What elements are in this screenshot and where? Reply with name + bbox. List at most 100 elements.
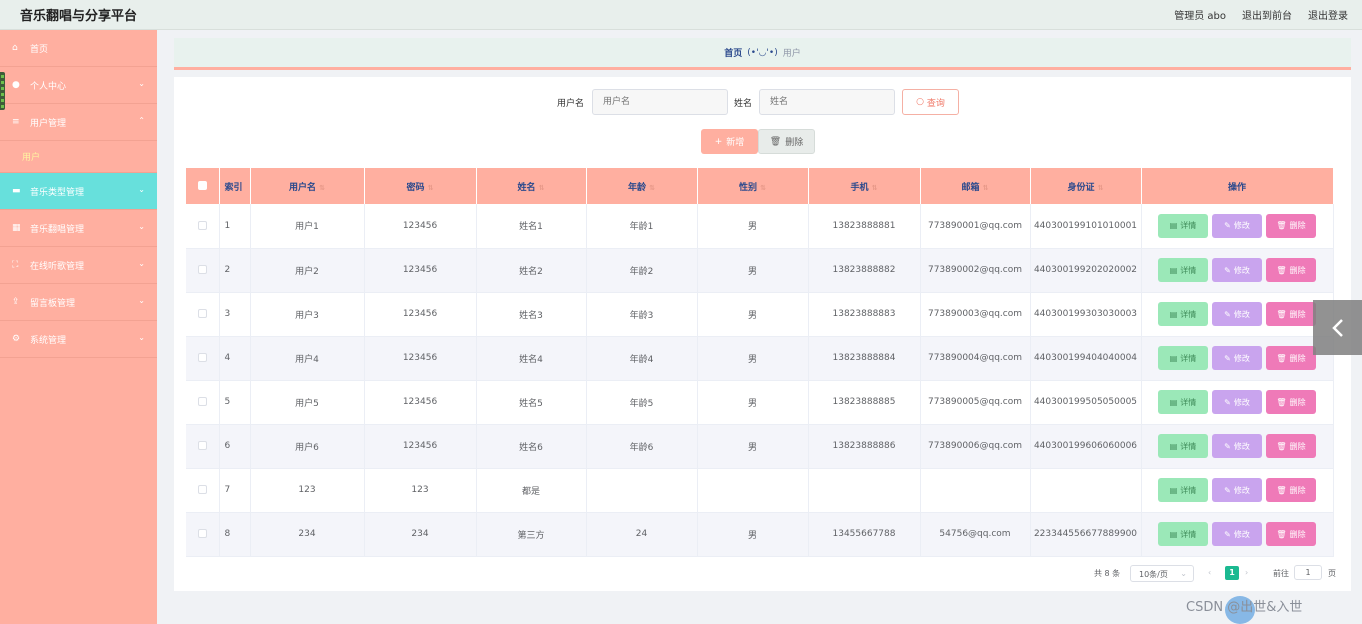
delete-button[interactable]: 🗑 删除 [1266, 390, 1316, 414]
col-gender[interactable]: 性别 ⇅ [697, 168, 809, 204]
cell-operations: ▤ 详情 ✎ 修改 🗑 删除 [1141, 468, 1334, 513]
col-age[interactable]: 年龄 ⇅ [586, 168, 698, 204]
list-icon: ≡ [12, 117, 20, 127]
table-row: 6 用户6 123456 姓名6 年龄6 男 13823888886 773890006@qq… [186, 424, 1334, 469]
batch-delete-button[interactable]: 🗑 删除 [758, 129, 815, 154]
collapse-panel-button[interactable] [1313, 300, 1362, 355]
add-button[interactable]: + 新增 [701, 129, 758, 154]
edit-button[interactable]: ✎ 修改 [1212, 213, 1262, 238]
col-idcard[interactable]: 身份证 ⇅ [1030, 168, 1142, 204]
col-username[interactable]: 用户名 ⇅ [250, 168, 365, 204]
main-panel: 用户名 姓名 ○ 查询 + 新增 🗑 删除 索引 用户名⇅ 密码⇅ 姓名⇅ 年龄… [174, 77, 1351, 591]
detail-button[interactable]: ▤ 详情 [1158, 522, 1208, 546]
trash-icon: 🗑 [1276, 397, 1287, 407]
col-email[interactable]: 邮箱 ⇅ [920, 168, 1031, 204]
sidebar-item-online-listen[interactable]: ⛶ 在线听歌管理 ⌄ [0, 247, 157, 284]
cell-operations: ▤ 详情 ✎ 修改 🗑 删除 [1141, 292, 1334, 337]
sidebar-item-label: 音乐类型管理 [30, 187, 85, 198]
cell-gender: 男 [697, 380, 809, 425]
sidebar-item-music-type[interactable]: ▬ 音乐类型管理 ⌄ [0, 173, 157, 210]
sidebar-item-home[interactable]: ⌂ 首页 [0, 30, 157, 67]
edit-button[interactable]: ✎ 修改 [1212, 390, 1262, 414]
edit-button[interactable]: ✎ 修改 [1212, 258, 1262, 282]
logout-link[interactable]: 退出登录 [1308, 7, 1348, 22]
row-checkbox[interactable] [186, 204, 220, 249]
col-name[interactable]: 姓名 ⇅ [476, 168, 587, 204]
sidebar-item-system[interactable]: ⚙ 系统管理 ⌄ [0, 321, 157, 358]
cell-operations: ▤ 详情 ✎ 修改 🗑 删除 [1141, 424, 1334, 469]
page-size-select[interactable]: 10条/页 ⌄ [1130, 565, 1194, 582]
detail-button[interactable]: ▤ 详情 [1158, 478, 1208, 502]
sort-icon: ⇅ [538, 183, 545, 192]
sidebar-item-users[interactable]: ≡ 用户管理 ⌃ [0, 104, 157, 141]
user-icon: ● [12, 80, 20, 90]
query-button[interactable]: ○ 查询 [902, 89, 959, 115]
detail-button[interactable]: ▤ 详情 [1158, 213, 1208, 238]
username-search-input[interactable] [592, 89, 728, 115]
sort-icon: ⇅ [871, 183, 878, 192]
edit-button[interactable]: ✎ 修改 [1212, 302, 1262, 326]
cell-username: 用户2 [250, 248, 365, 293]
cell-password: 123456 [364, 204, 477, 249]
sidebar-item-music-cover[interactable]: ▦ 音乐翻唱管理 ⌄ [0, 210, 157, 247]
delete-button[interactable]: 🗑 删除 [1266, 213, 1316, 238]
select-all-checkbox[interactable] [186, 168, 220, 204]
breadcrumb-current: 用户 [782, 49, 801, 59]
side-handle[interactable] [0, 72, 5, 110]
prev-page-button[interactable]: ‹ [1208, 568, 1211, 577]
edit-button[interactable]: ✎ 修改 [1212, 434, 1262, 458]
edit-icon: ✎ [1224, 353, 1231, 363]
cell-gender [697, 468, 809, 513]
delete-button[interactable]: 🗑 删除 [1266, 522, 1316, 546]
goto-page-input[interactable]: 1 [1294, 565, 1322, 580]
detail-button[interactable]: ▤ 详情 [1158, 258, 1208, 282]
app-title: 音乐翻唱与分享平台 [20, 9, 138, 24]
detail-button[interactable]: ▤ 详情 [1158, 390, 1208, 414]
detail-button[interactable]: ▤ 详情 [1158, 434, 1208, 458]
row-checkbox[interactable] [186, 424, 220, 469]
pagination: 共 8 条 10条/页 ⌄ ‹ 1 › 前往 1 页 [174, 565, 1351, 583]
edit-icon: ✎ [1224, 485, 1231, 495]
trash-icon: 🗑 [1276, 353, 1287, 363]
delete-button[interactable]: 🗑 删除 [1266, 478, 1316, 502]
cell-operations: ▤ 详情 ✎ 修改 🗑 删除 [1141, 248, 1334, 293]
edit-icon: ✎ [1224, 529, 1231, 539]
cell-phone: 13823888881 [808, 204, 921, 249]
edit-button[interactable]: ✎ 修改 [1212, 346, 1262, 370]
delete-button[interactable]: 🗑 删除 [1266, 434, 1316, 458]
detail-button[interactable]: ▤ 详情 [1158, 346, 1208, 370]
table-header-row: 索引 用户名 ⇅ 密码 ⇅ 姓名 ⇅ 年龄 ⇅ 性别 ⇅ 手机 ⇅ 邮箱 ⇅ 身份证 ⇅ 操作 [186, 168, 1334, 204]
settings-icon: ⚙ [12, 334, 21, 344]
delete-button[interactable]: 🗑 删除 [1266, 302, 1316, 326]
cell-phone [808, 468, 921, 513]
table-row: 8 234 234 第三方 24 男 13455667788 54756@qq.com 2233… [186, 512, 1334, 557]
breadcrumb-home[interactable]: 首页 [724, 46, 742, 59]
pagination-total: 共 8 条 [1094, 569, 1121, 578]
sidebar-subitem-user[interactable]: 用户 [0, 141, 157, 173]
back-to-front-link[interactable]: 退出到前台 [1242, 7, 1292, 22]
batch-delete-button-label: 删除 [785, 138, 804, 148]
next-page-button[interactable]: › [1245, 568, 1248, 577]
detail-button[interactable]: ▤ 详情 [1158, 302, 1208, 326]
edit-button[interactable]: ✎ 修改 [1212, 522, 1262, 546]
row-checkbox[interactable] [186, 512, 220, 557]
row-checkbox[interactable] [186, 292, 220, 337]
cell-gender: 男 [697, 248, 809, 293]
sidebar-item-profile[interactable]: ● 个人中心 ⌄ [0, 67, 157, 104]
edit-button[interactable]: ✎ 修改 [1212, 478, 1262, 502]
col-phone[interactable]: 手机 ⇅ [808, 168, 921, 204]
row-checkbox[interactable] [186, 380, 220, 425]
edit-icon: ✎ [1224, 441, 1231, 451]
row-checkbox[interactable] [186, 336, 220, 381]
document-icon: ▤ [1169, 221, 1178, 231]
name-search-input[interactable] [759, 89, 895, 115]
delete-button[interactable]: 🗑 删除 [1266, 346, 1316, 370]
delete-button[interactable]: 🗑 删除 [1266, 258, 1316, 282]
table-row: 7 123 123 都是 ▤ 详情 ✎ 修改 🗑 删除 [186, 468, 1334, 513]
sidebar-item-message-board[interactable]: ⇪ 留言板管理 ⌄ [0, 284, 157, 321]
page-number-current[interactable]: 1 [1225, 566, 1239, 580]
col-password[interactable]: 密码 ⇅ [364, 168, 477, 204]
row-checkbox[interactable] [186, 468, 220, 513]
row-checkbox[interactable] [186, 248, 220, 293]
sort-icon: ⇅ [1097, 183, 1104, 192]
